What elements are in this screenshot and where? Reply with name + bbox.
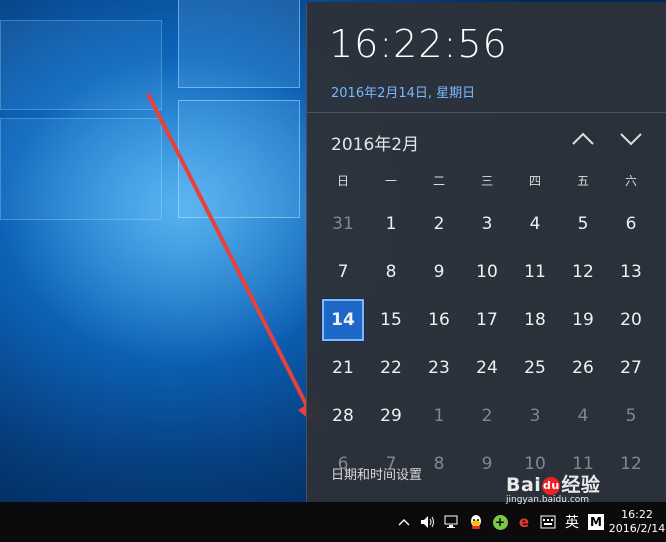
- chevron-up-icon: [572, 132, 594, 145]
- taskbar-clock-date: 2016/2/14: [608, 522, 666, 535]
- calendar-day[interactable]: 28: [319, 392, 367, 440]
- calendar-day[interactable]: 12: [559, 248, 607, 296]
- calendar-day[interactable]: 2: [463, 392, 511, 440]
- calendar-day[interactable]: 10: [463, 248, 511, 296]
- calendar-day[interactable]: 2: [415, 200, 463, 248]
- calendar-day[interactable]: 25: [511, 344, 559, 392]
- calendar-day[interactable]: 4: [559, 392, 607, 440]
- chevron-down-icon: [620, 133, 642, 146]
- divider: [307, 112, 666, 113]
- calendar-day[interactable]: 22: [367, 344, 415, 392]
- calendar-day[interactable]: 5: [607, 392, 655, 440]
- watermark-url: jingyan.baidu.com: [506, 495, 590, 505]
- calendar-day[interactable]: 5: [559, 200, 607, 248]
- calendar-day[interactable]: 31: [319, 200, 367, 248]
- next-month-button[interactable]: [617, 124, 645, 154]
- calendar-day[interactable]: 4: [511, 200, 559, 248]
- calendar-day[interactable]: 27: [607, 344, 655, 392]
- watermark-logo: Bai du经验: [506, 474, 601, 496]
- calendar-day[interactable]: 16: [415, 296, 463, 344]
- calendar-day-grid: 31 1 2 3 4 5 6 7 8 9 10 11 12 13 14 15 16 17 18 19 20 21 22 23 2…: [319, 200, 655, 488]
- weekday-label: 五: [576, 174, 589, 188]
- weekday-header: 日 一 二 三 四 五 六: [319, 172, 655, 189]
- taskbar: + e 英 M 16:22 2016/2/14: [0, 502, 666, 542]
- calendar-day[interactable]: 12: [607, 440, 655, 488]
- calendar-day[interactable]: 21: [319, 344, 367, 392]
- calendar-day[interactable]: 15: [367, 296, 415, 344]
- chevron-up-icon[interactable]: [392, 502, 416, 542]
- calendar-day[interactable]: 26: [559, 344, 607, 392]
- calendar-day[interactable]: 17: [463, 296, 511, 344]
- calendar-day[interactable]: 7: [319, 248, 367, 296]
- m-app-label: M: [588, 514, 604, 530]
- red-e-icon[interactable]: e: [512, 502, 536, 542]
- weekday-label: 六: [624, 174, 637, 188]
- calendar-day[interactable]: 24: [463, 344, 511, 392]
- calendar-day[interactable]: 6: [607, 200, 655, 248]
- weekday-label: 三: [480, 174, 493, 188]
- taskbar-clock-time: 16:22: [621, 508, 653, 521]
- weekday-label: 二: [432, 174, 445, 188]
- calendar-day[interactable]: 23: [415, 344, 463, 392]
- paw-icon: du: [542, 476, 561, 495]
- qq-icon[interactable]: [464, 502, 488, 542]
- clock-date-link[interactable]: 2016年2月14日, 星期日: [331, 82, 475, 101]
- m-app-icon[interactable]: M: [584, 502, 608, 542]
- calendar-day[interactable]: 3: [511, 392, 559, 440]
- system-tray: + e 英 M 16:22 2016/2/14: [392, 502, 666, 542]
- calendar-day[interactable]: 8: [367, 248, 415, 296]
- ime-indicator[interactable]: 英: [560, 502, 584, 542]
- taskbar-clock[interactable]: 16:22 2016/2/14: [608, 502, 666, 542]
- calendar-day[interactable]: 20: [607, 296, 655, 344]
- calendar-day[interactable]: 19: [559, 296, 607, 344]
- green-plus-icon[interactable]: +: [488, 502, 512, 542]
- weekday-label: 一: [384, 174, 397, 188]
- calendar-day-today[interactable]: 14: [321, 298, 365, 342]
- calendar-day[interactable]: 9: [415, 248, 463, 296]
- weekday-label: 四: [528, 174, 541, 188]
- baidu-jingyan-watermark: Bai du经验 jingyan.baidu.com: [506, 470, 600, 505]
- clock-time: 16:22:56: [329, 22, 508, 66]
- calendar-day[interactable]: 8: [415, 440, 463, 488]
- month-label[interactable]: 2016年2月: [331, 130, 419, 155]
- calendar-day[interactable]: 3: [463, 200, 511, 248]
- calendar-day[interactable]: 18: [511, 296, 559, 344]
- previous-month-button[interactable]: [569, 124, 597, 154]
- calendar-day[interactable]: 13: [607, 248, 655, 296]
- date-time-settings-link[interactable]: 日期和时间设置: [331, 464, 422, 483]
- keyboard-icon[interactable]: [536, 502, 560, 542]
- calendar-flyout: 16:22:56 2016年2月14日, 星期日 2016年2月 日 一 二 三…: [306, 2, 666, 502]
- weekday-label: 日: [336, 174, 349, 188]
- calendar-day[interactable]: 11: [511, 248, 559, 296]
- calendar-day[interactable]: 1: [367, 200, 415, 248]
- calendar-day[interactable]: 9: [463, 440, 511, 488]
- network-icon[interactable]: [440, 502, 464, 542]
- speaker-icon[interactable]: [416, 502, 440, 542]
- calendar-day[interactable]: 1: [415, 392, 463, 440]
- calendar-day[interactable]: 29: [367, 392, 415, 440]
